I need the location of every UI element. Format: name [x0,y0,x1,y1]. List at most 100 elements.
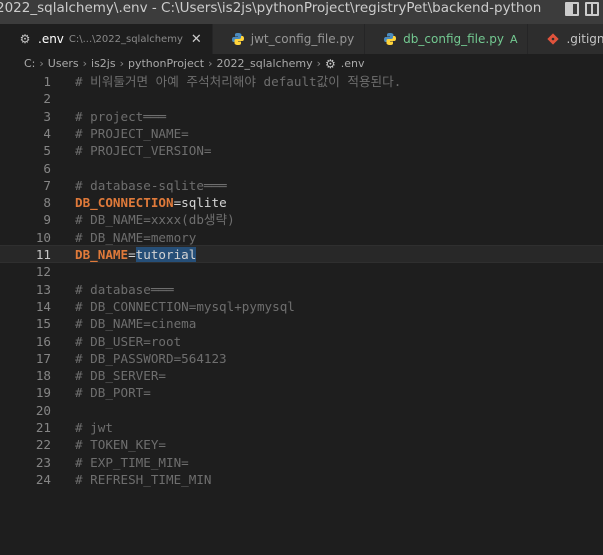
env-key: DB_CONNECTION [75,195,174,211]
code-text: # PROJECT_NAME= [75,125,189,142]
code-line[interactable]: 9 # DB_NAME=xxxx(db생략) [0,211,603,228]
line-number: 23 [35,454,51,470]
code-text: # jwt [75,419,113,436]
line-number: 17 [35,350,51,366]
code-text: DB_NAME=tutorial [75,246,197,263]
line-number: 21 [35,420,51,435]
tab-gitignore[interactable]: .gitignore [528,24,603,54]
breadcrumb-item[interactable]: is2js [91,54,116,74]
line-number: 18 [35,368,51,384]
code-line[interactable]: 21 # jwt [0,419,603,436]
code-text: # DB_CONNECTION=mysql+pymysql [75,298,295,315]
env-key: DB_NAME [75,247,129,262]
line-number: 24 [35,471,51,487]
code-line[interactable]: 16 # DB_USER=root [0,333,603,350]
equals-sign: = [128,247,136,262]
comment-text: # TOKEN_KEY= [75,437,166,453]
code-text: # DB_PORT= [75,384,151,401]
code-text: # 비워둘거면 아예 주석처리해야 default값이 적용된다. [75,73,401,90]
code-line[interactable]: 11 DB_NAME=tutorial [0,246,603,263]
line-number: 9 [43,212,51,228]
line-number: 16 [35,333,51,349]
code-line[interactable]: 14 # DB_CONNECTION=mysql+pymysql [0,298,603,315]
code-editor[interactable]: 1 # 비워둘거면 아예 주석처리해야 default값이 적용된다. 2 3 # pr… [0,72,603,555]
code-line[interactable]: 12 [0,263,603,280]
line-number: 12 [35,264,51,280]
code-line[interactable]: 18 # DB_SERVER= [0,367,603,384]
code-text: # database-sqlite═══ [75,177,227,194]
code-line[interactable]: 3 # project═══ [0,108,603,125]
breadcrumb-item[interactable]: .env [341,54,365,74]
code-line[interactable]: 13 # database═══ [0,281,603,298]
code-text: # TOKEN_KEY= [75,436,166,453]
comment-text: # jwt [75,420,113,435]
code-line[interactable]: 24 # REFRESH_TIME_MIN [0,471,603,488]
code-line[interactable]: 23 # EXP_TIME_MIN= [0,454,603,471]
chevron-right-icon: › [82,57,88,70]
code-text: # database═══ [75,281,174,298]
line-number: 20 [35,402,51,418]
code-line[interactable]: 19 # DB_PORT= [0,384,603,401]
tab-jwt-config[interactable]: jwt_config_file.py [212,24,366,54]
code-line[interactable]: 1 # 비워둘거면 아예 주석처리해야 default값이 적용된다. [0,73,603,90]
code-text: # DB_NAME=memory [75,229,196,246]
line-number: 22 [35,437,51,453]
code-line[interactable]: 15 # DB_NAME=cinema [0,315,603,332]
breadcrumb-item[interactable]: Users [48,54,79,74]
code-line[interactable]: 5 # PROJECT_VERSION= [0,142,603,159]
breadcrumb-item[interactable]: 2022_sqlalchemy [217,54,313,74]
code-line[interactable]: 22 # TOKEN_KEY= [0,436,603,453]
chevron-right-icon: › [39,57,44,70]
tab-label: db_config_file.py [403,32,504,46]
toggle-sidebar-icon[interactable] [565,2,579,16]
line-number: 8 [43,195,51,211]
code-text: # REFRESH_TIME_MIN [75,471,211,488]
code-line[interactable]: 17 # DB_PASSWORD=564123 [0,350,603,367]
tab-db-config[interactable]: db_config_file.py A [365,24,529,54]
comment-text: # database-sqlite═══ [75,177,227,193]
comment-text: # DB_CONNECTION=mysql+pymysql [75,298,295,314]
close-icon[interactable]: ✕ [191,32,202,47]
python-icon [383,32,397,46]
git-icon [546,32,560,46]
comment-text: # DB_PASSWORD=564123 [75,350,227,366]
code-line[interactable]: 4 # PROJECT_NAME= [0,125,603,142]
comment-text: # DB_NAME=memory [75,229,197,245]
breadcrumb-item[interactable]: pythonProject [128,54,204,74]
comment-text: # DB_NAME=xxxx(db생략) [75,212,235,228]
line-number: 14 [35,298,51,314]
comment-text: # project═══ [75,108,166,124]
code-line[interactable]: 10 # DB_NAME=memory [0,229,603,246]
tab-env[interactable]: ⚙ .env C:\...\2022_sqlalchemy ✕ [0,24,213,54]
breadcrumb-item[interactable]: C: [24,54,35,74]
code-line[interactable]: 7 # database-sqlite═══ [0,177,603,194]
code-line[interactable]: 6 [0,160,603,177]
layout-controls [565,2,599,20]
code-line[interactable]: 20 [0,402,603,419]
chevron-right-icon: › [208,57,213,70]
comment-text: # PROJECT_VERSION= [75,143,212,159]
line-number: 4 [43,125,51,141]
line-number: 15 [35,316,51,332]
breadcrumb: C: › Users › is2js › pythonProject › 2022_sq… [0,54,603,74]
python-icon [231,32,245,46]
tab-label: jwt_config_file.py [250,32,355,46]
code-line[interactable]: 2 [0,90,603,107]
comment-text: # REFRESH_TIME_MIN [75,471,212,487]
code-text: # DB_NAME=cinema [75,315,196,332]
window-title: 2022_sqlalchemy\.env - C:\Users\is2js\py… [0,0,542,16]
editor-tabs: ⚙ .env C:\...\2022_sqlalchemy ✕ jwt_conf… [0,24,603,54]
comment-text: # DB_PORT= [75,385,151,401]
comment-text: # 비워둘거면 아예 주석처리해야 default값이 적용된다. [75,74,402,89]
chevron-right-icon: › [119,57,124,70]
code-text: # DB_NAME=xxxx(db생략) [75,211,235,228]
tab-label: .env [38,32,64,46]
toggle-panel-icon[interactable] [585,2,599,16]
code-text: # DB_PASSWORD=564123 [75,350,227,367]
line-number: 10 [35,229,51,245]
line-number: 1 [43,74,51,89]
title-bar: 2022_sqlalchemy\.env - C:\Users\is2js\py… [0,0,603,24]
line-number: 6 [43,160,51,176]
code-text: # PROJECT_VERSION= [75,142,211,159]
code-line[interactable]: 8 DB_CONNECTION=sqlite [0,194,603,211]
